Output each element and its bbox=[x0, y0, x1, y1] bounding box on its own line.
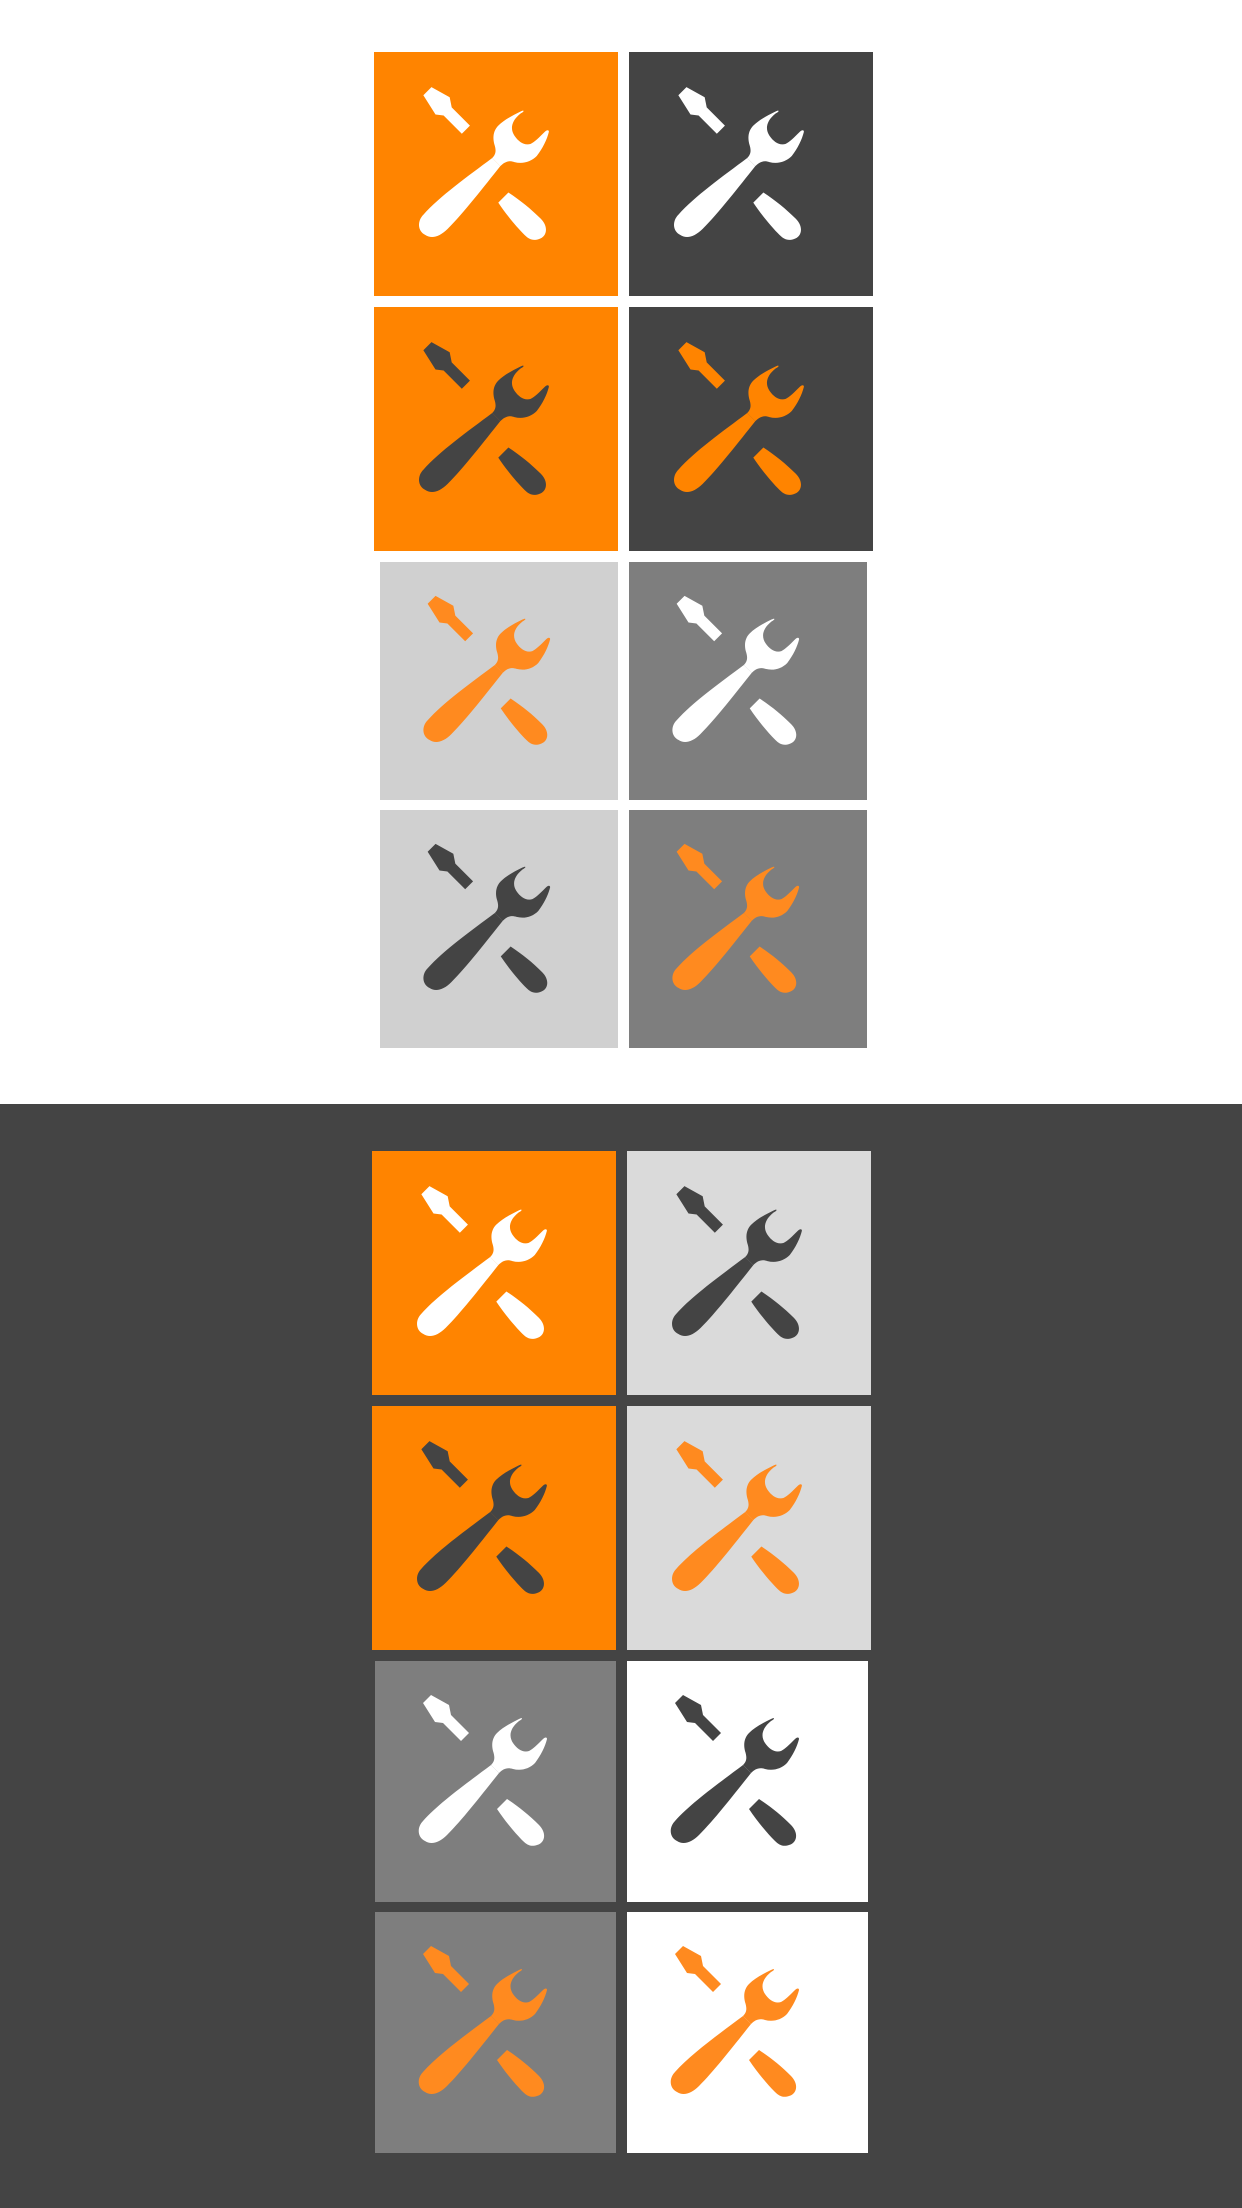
tile-orange-white bbox=[374, 52, 618, 296]
tools-icon bbox=[423, 596, 551, 745]
tile-charcoal-orange bbox=[629, 307, 873, 551]
tools-icon bbox=[416, 1440, 547, 1594]
tile-lightgray-charcoal bbox=[380, 810, 618, 1048]
tile-midgray-white bbox=[375, 1661, 616, 1902]
tools-icon bbox=[671, 1440, 802, 1594]
tools-icon bbox=[671, 1185, 802, 1339]
tools-icon bbox=[423, 844, 551, 993]
tools-icon bbox=[673, 86, 804, 240]
tile-orange-white bbox=[372, 1151, 616, 1395]
tools-icon bbox=[418, 86, 549, 240]
tools-icon bbox=[673, 341, 804, 495]
tile-white-charcoal bbox=[627, 1661, 868, 1902]
icon-swatch-sheet bbox=[0, 0, 1242, 2208]
tile-orange-charcoal bbox=[372, 1406, 616, 1650]
tile-lightgray-orange bbox=[380, 562, 618, 800]
tools-icon bbox=[419, 1695, 548, 1847]
tile-charcoal-white bbox=[629, 52, 873, 296]
tile-midgray-white bbox=[629, 562, 867, 800]
tile-midgray-orange bbox=[629, 810, 867, 1048]
tile-palegray-charcoal bbox=[627, 1151, 871, 1395]
dark-background-section bbox=[0, 1104, 1242, 2208]
tile-orange-charcoal bbox=[374, 307, 618, 551]
light-background-section bbox=[0, 0, 1242, 1104]
tile-white-orange bbox=[627, 1912, 868, 2153]
tools-icon bbox=[418, 341, 549, 495]
tools-icon bbox=[672, 844, 800, 993]
tools-icon bbox=[416, 1185, 547, 1339]
tools-icon bbox=[419, 1946, 548, 2098]
tile-midgray-orange bbox=[375, 1912, 616, 2153]
tile-palegray-orange bbox=[627, 1406, 871, 1650]
tools-icon bbox=[672, 596, 800, 745]
tools-icon bbox=[671, 1695, 800, 1847]
tools-icon bbox=[671, 1946, 800, 2098]
